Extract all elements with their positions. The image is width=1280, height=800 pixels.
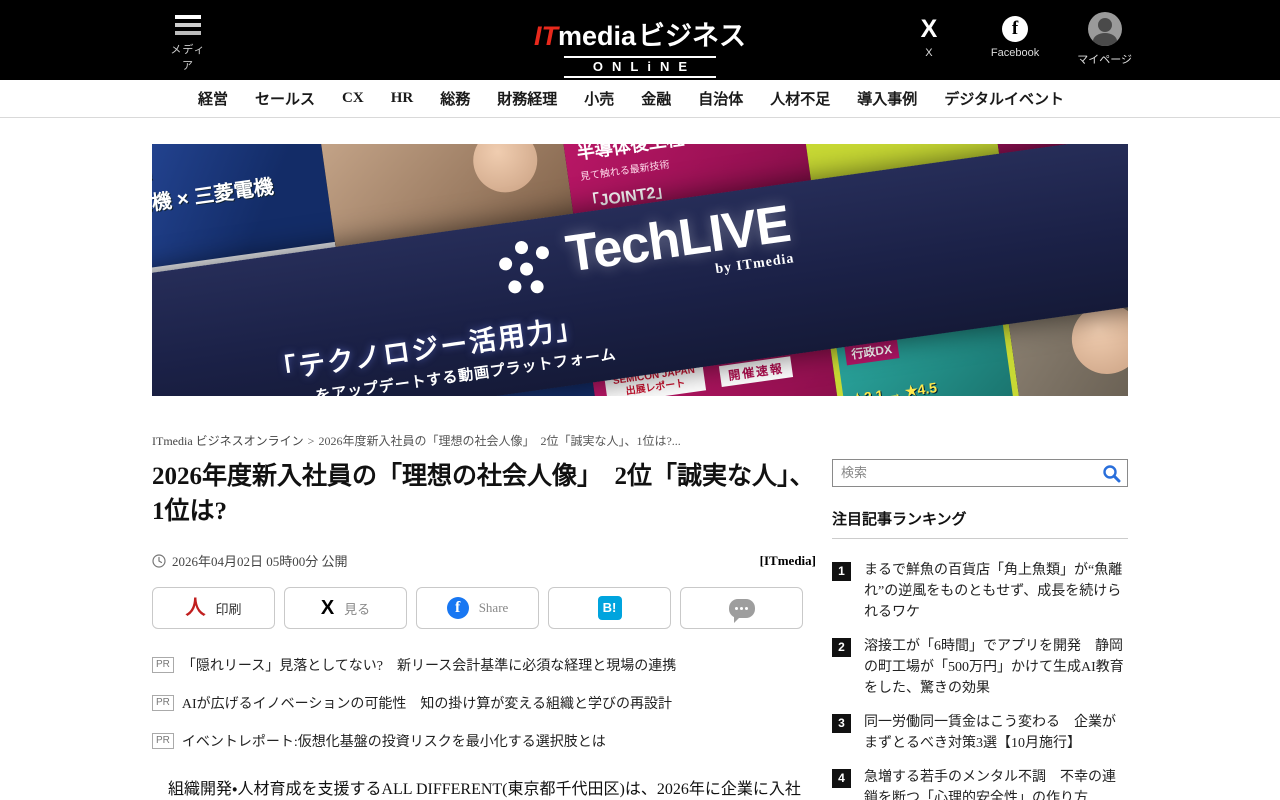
user-avatar-icon [1087, 12, 1122, 46]
ranking-item-text: 溶接工が「6時間」でアプリを開発 静岡の町工場が「500万円」かけて生成AI教育… [864, 639, 1124, 696]
nav-item-sales[interactable]: セールス [255, 88, 315, 109]
ranking-item-4[interactable]: 4 急増する若手のメンタル不調 不幸の連鎖を断つ「心理的安全性」の作り方 [832, 767, 1128, 800]
pr-link-list: PR 「隠れリース」見落としてない? 新リース会計基準に必須な経理と現場の連携 … [152, 655, 816, 751]
mypage-label: マイページ [1077, 54, 1132, 66]
pr-link-row[interactable]: PR イベントレポート:仮想化基盤の投資リスクを最小化する選択肢とは [152, 731, 816, 751]
nav-item-jinzai[interactable]: 人材不足 [770, 88, 830, 109]
ranking-item-3[interactable]: 3 同一労働同一賃金はこう変わる 企業がまずとるべき対策3選【10月施行】 [832, 712, 1128, 754]
comment-icon [728, 598, 755, 623]
media-menu-button[interactable]: メディア [166, 15, 210, 73]
rank-badge: 2 [832, 638, 851, 657]
nav-item-jichitai[interactable]: 自治体 [698, 88, 743, 109]
header-facebook-link[interactable]: f Facebook [991, 16, 1039, 67]
search-box [832, 459, 1128, 487]
breadcrumb-current: 2026年度新入社員の「理想の社会人像」 2位「誠実な人」、1位は?... [318, 434, 681, 448]
banner-tagline: 「テクノロジー活用力」 をアップデートする動画プラットフォーム [267, 312, 618, 396]
rank-badge: 1 [832, 562, 851, 581]
nav-item-kinyu[interactable]: 金融 [641, 88, 671, 109]
print-button[interactable]: 人 印刷 [152, 587, 275, 629]
breadcrumb-separator: > [307, 434, 315, 448]
category-nav: 経営 セールス CX HR 総務 財務経理 小売 金融 自治体 人材不足 導入事… [0, 80, 1280, 118]
site-logo-text: ITmediaビジネス [534, 14, 746, 53]
nav-item-cx[interactable]: CX [342, 90, 364, 107]
facebook-share-button[interactable]: f Share [416, 587, 539, 629]
logo-business: ビジネス [638, 21, 747, 51]
nav-item-digital-event[interactable]: デジタルイベント [944, 88, 1064, 109]
hatena-icon: B! [597, 596, 622, 620]
print-label: 印刷 [215, 601, 242, 617]
publish-date: 2026年04月02日 05時00分 公開 [152, 551, 348, 570]
pr-link-3[interactable]: イベントレポート:仮想化基盤の投資リスクを最小化する選択肢とは [182, 731, 606, 751]
facebook-icon: f [1002, 16, 1029, 42]
x-icon: X [920, 15, 938, 43]
ranking-list: 1 まるで鮮魚の百貨店「角上魚類」が“魚離れ”の逆風をものともせず、成長を続けら… [832, 560, 1128, 800]
sidebar: 注目記事ランキング 1 まるで鮮魚の百貨店「角上魚類」が“魚離れ”の逆風をものと… [832, 459, 1128, 800]
pr-badge: PR [152, 695, 174, 711]
article-body: 組織開発・人材育成を支援するALL DIFFERENT(東京都千代田区)は、20… [168, 781, 801, 798]
logo-media: media [557, 21, 637, 51]
techlive-banner[interactable]: ーはこうやって 物を探す ものづくりワールド eve autonomy × TE… [152, 144, 1128, 396]
facebook-share-label: Share [478, 600, 509, 615]
comment-button[interactable] [680, 587, 803, 629]
ranking-item-text: 同一労働同一賃金はこう変わる 企業がまずとるべき対策3選【10月施行】 [864, 715, 1116, 751]
search-input[interactable] [833, 461, 1095, 485]
x-label: X [925, 47, 933, 59]
article-title: 2026年度新入社員の「理想の社会人像」 2位「誠実な人」、1位は? [152, 463, 815, 525]
header-mypage-link[interactable]: マイページ [1077, 12, 1132, 67]
hamburger-icon [175, 15, 201, 35]
ranking-item-text: まるで鮮魚の百貨店「角上魚類」が“魚離れ”の逆風をものともせず、成長を続けられる… [864, 563, 1123, 620]
search-icon [1102, 464, 1120, 482]
hatena-bookmark-button[interactable]: B! [548, 587, 671, 629]
nav-item-kouri[interactable]: 小売 [584, 88, 614, 109]
pr-link-2[interactable]: AIが広げるイノベーションの可能性 知の掛け算が変える組織と学びの再設計 [182, 693, 672, 713]
pr-badge: PR [152, 657, 174, 673]
article-column: 2026年度新入社員の「理想の社会人像」 2位「誠実な人」、1位は? 2026年… [152, 459, 816, 800]
share-buttons: 人 印刷 X 見る f Share B! [152, 587, 816, 629]
nav-item-zaimu[interactable]: 財務経理 [497, 88, 557, 109]
ranking-title: 注目記事ランキング [832, 508, 1128, 539]
facebook-icon: f [446, 597, 469, 619]
nav-item-hr[interactable]: HR [391, 90, 414, 107]
ranking-item-1[interactable]: 1 まるで鮮魚の百貨店「角上魚類」が“魚離れ”の逆風をものともせず、成長を続けら… [832, 560, 1128, 623]
x-share-button[interactable]: X 見る [284, 587, 407, 629]
site-logo[interactable]: ITmediaビジネス ONLiNE [534, 14, 746, 78]
logo-online: ONLiNE [563, 56, 716, 78]
ranking-item-2[interactable]: 2 溶接工が「6時間」でアプリを開発 静岡の町工場が「500万円」かけて生成AI… [832, 636, 1128, 699]
pr-link-1[interactable]: 「隠れリース」見落としてない? 新リース会計基準に必須な経理と現場の連携 [182, 655, 676, 675]
rank-badge: 4 [832, 769, 851, 788]
nav-item-soumu[interactable]: 総務 [440, 88, 470, 109]
logo-it: IT [533, 21, 558, 51]
pr-link-row[interactable]: PR 「隠れリース」見落としてない? 新リース会計基準に必須な経理と現場の連携 [152, 655, 816, 675]
header-social-links: X X f Facebook マイページ [905, 12, 1132, 67]
breadcrumb-root-link[interactable]: ITmedia ビジネスオンライン [152, 434, 304, 448]
pr-link-row[interactable]: PR AIが広げるイノベーションの可能性 知の掛け算が変える組織と学びの再設計 [152, 693, 816, 713]
media-menu-label: メディア [170, 44, 206, 72]
clock-icon [152, 553, 166, 568]
search-button[interactable] [1095, 460, 1127, 486]
techlive-dots-icon [494, 237, 555, 298]
breadcrumb: ITmedia ビジネスオンライン >2026年度新入社員の「理想の社会人像」 2… [152, 432, 1128, 449]
rank-badge: 3 [832, 714, 851, 733]
ranking-item-text: 急増する若手のメンタル不調 不幸の連鎖を断つ「心理的安全性」の作り方 [864, 770, 1116, 800]
pdf-icon: 人 [185, 597, 206, 619]
pr-badge: PR [152, 733, 174, 749]
source-credit: [ITmedia] [759, 552, 816, 568]
x-share-label: 見る [344, 601, 371, 617]
publish-date-text: 2026年04月02日 05時00分 公開 [172, 554, 348, 569]
article-meta: 2026年04月02日 05時00分 公開 [ITmedia] [152, 551, 816, 570]
nav-item-dounyu[interactable]: 導入事例 [857, 88, 917, 109]
header-x-link[interactable]: X X [905, 16, 953, 67]
facebook-label: Facebook [990, 47, 1040, 59]
nav-item-keiei[interactable]: 経営 [198, 88, 228, 109]
page: メディア ITmediaビジネス ONLiNE X X f Facebook マ… [0, 0, 1280, 800]
top-header: メディア ITmediaビジネス ONLiNE X X f Facebook マ… [0, 0, 1280, 80]
x-icon: X [320, 597, 335, 619]
